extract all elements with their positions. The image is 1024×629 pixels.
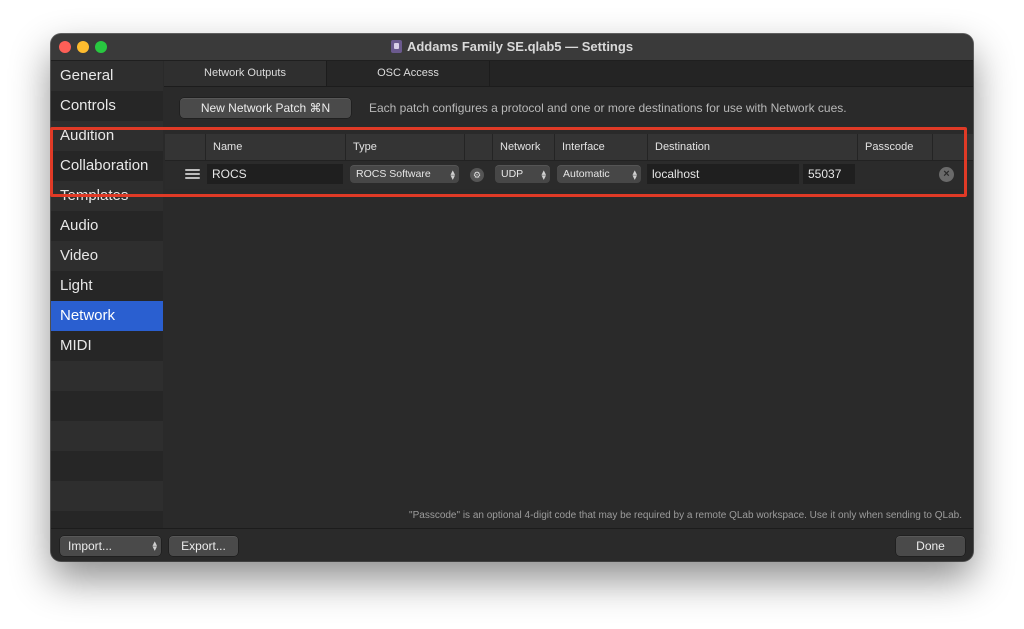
gear-icon[interactable]: ⚙ [470,168,484,182]
title-bar: Addams Family SE.qlab5 — Settings [51,34,973,61]
settings-sidebar: General Controls Audition Collaboration … [51,61,163,528]
column-header-network[interactable]: Network [492,134,554,160]
close-circle-icon[interactable]: × [939,167,954,182]
sidebar-item-audition[interactable]: Audition [51,121,163,151]
column-header-remove [932,134,973,160]
destination-port-field[interactable]: 55037 [803,164,855,184]
column-header-passcode[interactable]: Passcode [857,134,932,160]
sidebar-item-general[interactable]: General [51,61,163,91]
import-button[interactable]: Import... ▴ ▾ [60,536,161,556]
bottom-bar: Import... ▴ ▾ Export... Done [51,528,973,561]
import-label: Import... [68,539,113,553]
patch-name-field[interactable]: ROCS [207,164,343,184]
export-button[interactable]: Export... [169,536,238,556]
sidebar-item-video[interactable]: Video [51,241,163,271]
chevron-down-icon: ▾ [450,172,455,182]
tab-network-outputs[interactable]: Network Outputs [164,61,327,86]
window-title-text: Addams Family SE.qlab5 — Settings [406,39,634,54]
passcode-footnote: "Passcode" is an optional 4-digit code t… [409,510,962,521]
network-protocol-select[interactable]: UDP ▴ ▾ [495,165,550,183]
window-title: Addams Family SE.qlab5 — Settings [51,39,973,54]
network-settings-pane: Network Outputs OSC Access New Network P… [164,61,973,528]
sidebar-item-midi[interactable]: MIDI [51,331,163,361]
column-header-blank [464,134,492,160]
sidebar-empty-row [51,391,163,421]
interface-value: Automatic [563,168,610,180]
sidebar-empty-row [51,481,163,511]
destination-host-field[interactable]: localhost [647,164,799,184]
sidebar-empty-row [51,451,163,481]
settings-window: Addams Family SE.qlab5 — Settings Genera… [51,34,973,561]
sidebar-item-templates[interactable]: Templates [51,181,163,211]
patch-type-select[interactable]: ROCS Software ▴ ▾ [350,165,459,183]
sidebar-item-network[interactable]: Network [51,301,163,331]
column-header-interface[interactable]: Interface [554,134,647,160]
tab-bar: Network Outputs OSC Access [164,61,973,87]
table-header: Name Type Network Interface Destination … [165,134,973,161]
network-patches-table: Name Type Network Interface Destination … [165,134,973,189]
done-button[interactable]: Done [896,536,965,556]
column-header-type[interactable]: Type [345,134,464,160]
column-header-destination[interactable]: Destination [647,134,857,160]
chevron-down-icon: ▾ [632,172,637,182]
chevron-down-icon: ▾ [541,172,546,182]
sidebar-item-collaboration[interactable]: Collaboration [51,151,163,181]
sidebar-empty-row [51,361,163,391]
interface-select[interactable]: Automatic ▴ ▾ [557,165,641,183]
hamburger-icon[interactable] [185,169,200,179]
qlab-document-icon [390,40,402,53]
sidebar-item-controls[interactable]: Controls [51,91,163,121]
sidebar-empty-row [51,421,163,451]
table-row[interactable]: ROCS ROCS Software ▴ ▾ ⚙ UDP ▴ ▾ Automat… [165,161,973,189]
new-network-patch-button[interactable]: New Network Patch ⌘N [180,98,351,118]
network-protocol-value: UDP [501,168,524,180]
column-header-name[interactable]: Name [205,134,345,160]
sidebar-item-light[interactable]: Light [51,271,163,301]
tab-osc-access[interactable]: OSC Access [327,61,490,86]
patch-type-value: ROCS Software [356,168,431,180]
passcode-field[interactable] [859,164,930,184]
sidebar-item-audio[interactable]: Audio [51,211,163,241]
patch-hint-text: Each patch configures a protocol and one… [369,101,847,115]
chevron-down-icon: ▾ [152,543,157,553]
